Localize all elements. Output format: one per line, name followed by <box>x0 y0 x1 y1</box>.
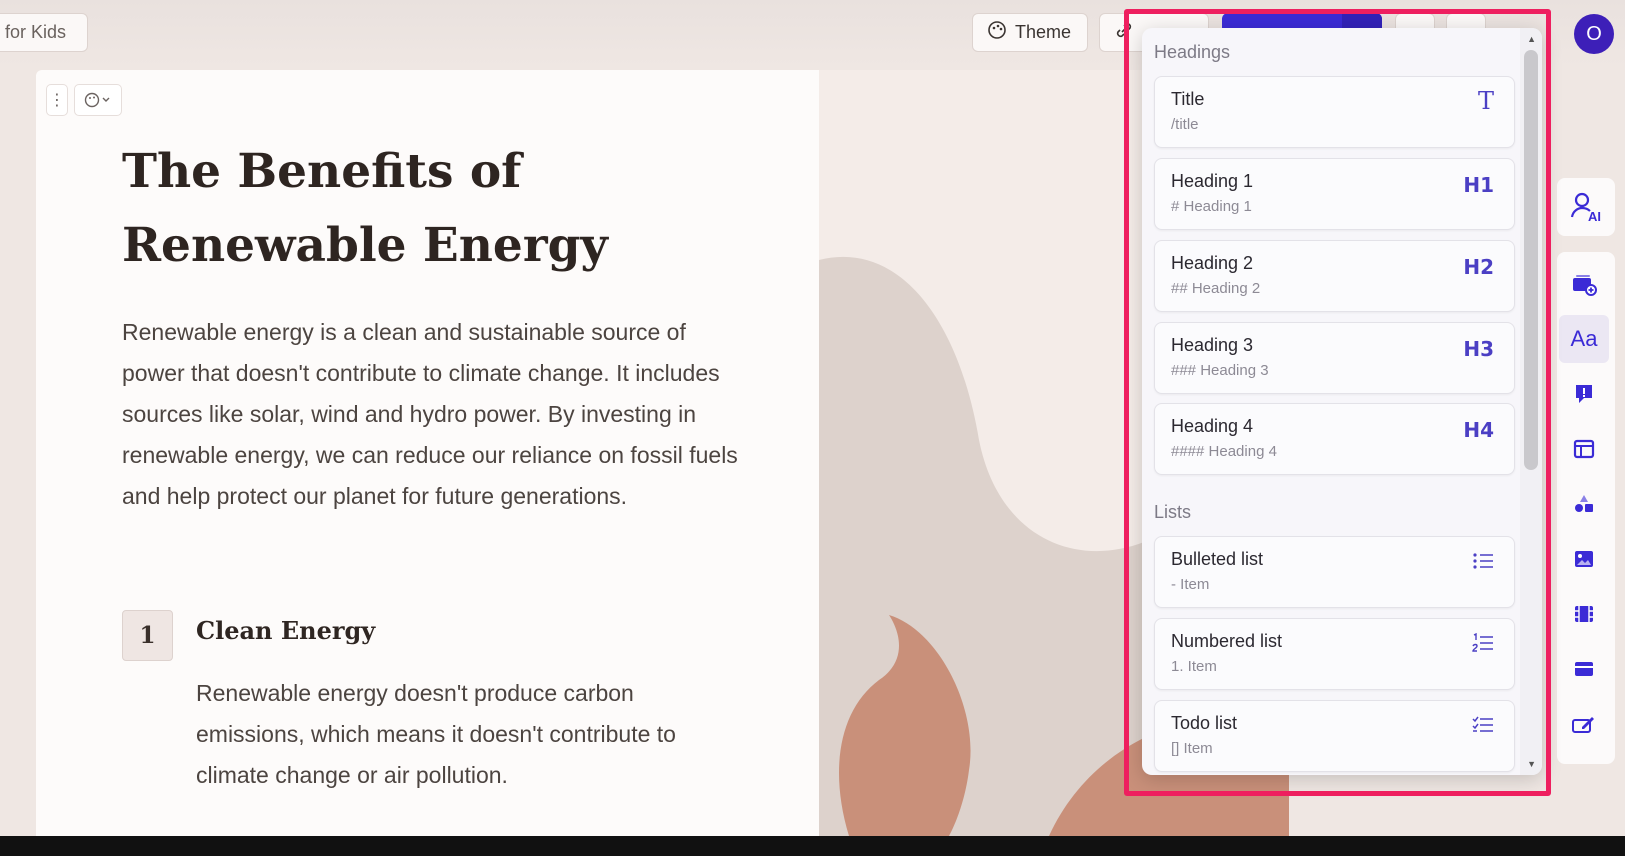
scroll-up-icon[interactable]: ▲ <box>1527 34 1536 44</box>
menu-item-bulleted-list[interactable]: Bulleted list - Item <box>1154 536 1515 608</box>
item-shortcut: # Heading 1 <box>1171 198 1252 215</box>
item-shortcut: [] Item <box>1171 740 1213 757</box>
item-label: Heading 4 <box>1171 416 1254 436</box>
item-label: Title <box>1171 89 1205 109</box>
insert-block-menu: ▲ ▼ Headings Title /title T Heading 1 # … <box>1142 28 1542 775</box>
heading-4-icon: H4 <box>1463 418 1494 442</box>
avatar[interactable]: O <box>1574 14 1614 54</box>
heading-3-icon: H3 <box>1463 337 1494 361</box>
item-label: Heading 3 <box>1171 335 1254 355</box>
layout-icon[interactable] <box>1559 425 1609 473</box>
list-number-badge: 1 <box>122 610 173 661</box>
bottom-bar <box>0 836 1625 856</box>
item-shortcut: /title <box>1171 116 1199 133</box>
shapes-icon[interactable] <box>1559 480 1609 528</box>
menu-item-todo-list[interactable]: Todo list [] Item <box>1154 700 1515 772</box>
menu-item-heading-2[interactable]: Heading 2 ## Heading 2 H2 <box>1154 240 1515 312</box>
body-paragraph[interactable]: Renewable energy is a clean and sustaina… <box>122 312 742 517</box>
link-icon <box>1114 20 1134 45</box>
embed-icon[interactable] <box>1559 645 1609 693</box>
item-label: Heading 2 <box>1171 253 1254 273</box>
theme-label: Theme <box>1015 22 1072 42</box>
add-card-icon[interactable] <box>1559 260 1609 308</box>
item-label: Todo list <box>1171 713 1238 733</box>
item-shortcut: #### Heading 4 <box>1171 443 1277 460</box>
drag-handle-icon[interactable]: ⋮ <box>46 84 68 116</box>
numbered-list-icon <box>1472 632 1494 658</box>
card-toolbar: ⋮ <box>46 84 122 116</box>
item-shortcut: - Item <box>1171 576 1210 593</box>
todo-list-icon <box>1472 715 1494 740</box>
card-style-button[interactable] <box>74 84 122 116</box>
menu-item-heading-3[interactable]: Heading 3 ### Heading 3 H3 <box>1154 322 1515 394</box>
scroll-down-icon[interactable]: ▼ <box>1527 759 1536 769</box>
item-label: Bulleted list <box>1171 549 1264 569</box>
callout-icon[interactable] <box>1559 370 1609 418</box>
menu-scrollbar[interactable]: ▲ ▼ <box>1520 28 1542 775</box>
page-title[interactable]: The Benefits of Renewable Energy <box>122 135 742 283</box>
item-shortcut: ### Heading 3 <box>1171 362 1269 379</box>
menu-item-title[interactable]: Title /title T <box>1154 76 1515 148</box>
heading-1-icon: H1 <box>1463 173 1494 197</box>
svg-text:AI: AI <box>1588 209 1601 224</box>
slide-card: ⋮ The Benefits of Renewable Energy Renew… <box>36 70 1289 836</box>
doc-title-tab[interactable]: for Kids <box>0 13 88 52</box>
item-label: Heading 1 <box>1171 171 1254 191</box>
palette-icon <box>987 20 1007 45</box>
palette-icon <box>84 92 110 108</box>
video-icon[interactable] <box>1559 590 1609 638</box>
menu-scroll-thumb[interactable] <box>1524 50 1538 470</box>
item-shortcut: ## Heading 2 <box>1171 280 1261 297</box>
bulleted-list-icon <box>1472 551 1494 576</box>
item-heading[interactable]: Clean Energy <box>196 616 375 645</box>
menu-item-heading-4[interactable]: Heading 4 #### Heading 4 H4 <box>1154 403 1515 475</box>
image-icon[interactable] <box>1559 535 1609 583</box>
form-edit-icon[interactable] <box>1559 700 1609 748</box>
item-label: Numbered list <box>1171 631 1283 651</box>
text-styles-icon[interactable]: Aa <box>1559 315 1609 363</box>
menu-item-heading-1[interactable]: Heading 1 # Heading 1 H1 <box>1154 158 1515 230</box>
item-shortcut: 1. Item <box>1171 658 1217 675</box>
title-icon: T <box>1477 87 1494 115</box>
theme-button[interactable]: Theme <box>972 13 1088 52</box>
ai-icon: AI <box>1570 192 1601 224</box>
ai-assistant-button[interactable]: AI <box>1557 178 1615 236</box>
menu-item-numbered-list[interactable]: Numbered list 1. Item <box>1154 618 1515 690</box>
headings-section-label: Headings <box>1154 42 1231 62</box>
item-paragraph[interactable]: Renewable energy doesn't produce carbon … <box>196 673 716 796</box>
lists-section-label: Lists <box>1154 502 1192 522</box>
heading-2-icon: H2 <box>1463 255 1494 279</box>
